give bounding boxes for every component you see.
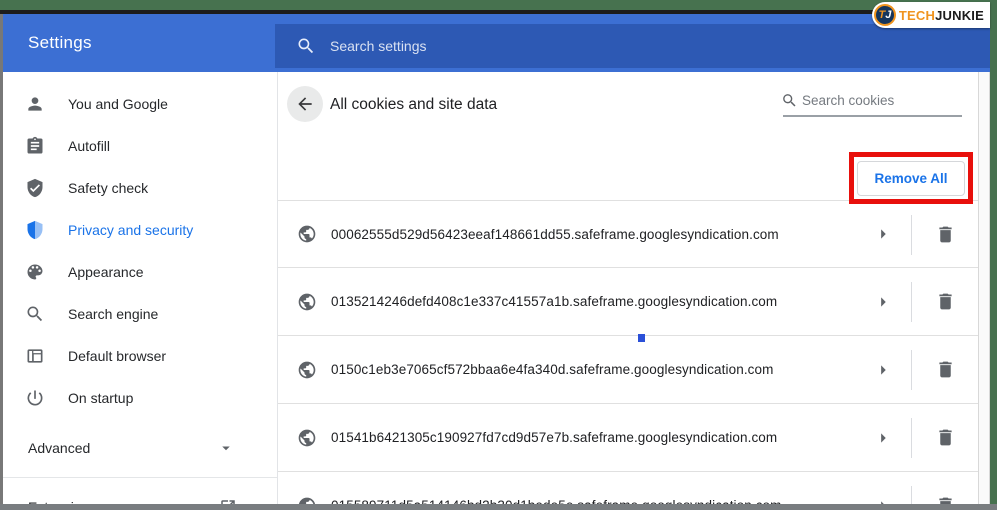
- search-icon: [296, 36, 316, 56]
- sidebar-item-label: Privacy and security: [68, 222, 193, 238]
- row-divider: [911, 282, 912, 322]
- sidebar-item[interactable]: Appearance: [3, 251, 277, 293]
- search-cookies-input[interactable]: [802, 93, 952, 108]
- frame-top-strip: [0, 0, 997, 10]
- cookie-list: 00062555d529d56423eeaf148661dd55.safefra…: [278, 200, 978, 510]
- expand-cookie-button[interactable]: [872, 223, 894, 245]
- techjunkie-logo-icon: TJ: [874, 4, 896, 26]
- expand-cookie-button[interactable]: [872, 427, 894, 449]
- sidebar-item-icon: [25, 136, 45, 156]
- arrow-right-icon: [872, 223, 894, 245]
- frame-bottom-bar: [0, 504, 997, 510]
- chrome-settings-window: TJ TECHJUNKIE Settings You and Google Au…: [0, 0, 997, 510]
- search-settings-bar[interactable]: [275, 24, 990, 68]
- trash-icon: [935, 224, 956, 245]
- back-button[interactable]: [287, 86, 323, 122]
- cookie-row[interactable]: 0150c1eb3e7065cf572bbaa6e4fa340d.safefra…: [278, 336, 978, 404]
- settings-sidebar: You and Google Autofill Safety check Pri…: [3, 72, 277, 504]
- search-cookies-field[interactable]: [781, 92, 962, 117]
- sidebar-item[interactable]: On startup: [3, 377, 277, 419]
- techjunkie-logo-text: TECHJUNKIE: [899, 8, 984, 23]
- chevron-down-icon: [217, 439, 235, 457]
- cookie-row[interactable]: 00062555d529d56423eeaf148661dd55.safefra…: [278, 200, 978, 268]
- section-title: All cookies and site data: [330, 96, 497, 114]
- sidebar-item-icon: [25, 346, 45, 366]
- cookie-domain: 0150c1eb3e7065cf572bbaa6e4fa340d.safefra…: [331, 362, 774, 377]
- sidebar-divider: [3, 477, 277, 478]
- remove-all-button[interactable]: Remove All: [857, 161, 965, 196]
- arrow-right-icon: [872, 291, 894, 313]
- sidebar-item[interactable]: Autofill: [3, 125, 277, 167]
- page-heading: Settings: [28, 33, 92, 53]
- delete-cookie-button[interactable]: [935, 291, 956, 312]
- sidebar-item-label: Search engine: [68, 306, 158, 322]
- trash-icon: [935, 291, 956, 312]
- sidebar-item[interactable]: Search engine: [3, 293, 277, 335]
- arrow-right-icon: [872, 359, 894, 381]
- search-settings-input[interactable]: [330, 38, 730, 54]
- sidebar-item[interactable]: Safety check: [3, 167, 277, 209]
- sidebar-item-icon: [25, 304, 45, 324]
- arrow-right-icon: [872, 427, 894, 449]
- delete-cookie-button[interactable]: [935, 359, 956, 380]
- sidebar-item[interactable]: Privacy and security: [3, 209, 277, 251]
- sidebar-item[interactable]: Default browser: [3, 335, 277, 377]
- advanced-label: Advanced: [28, 440, 90, 456]
- cookie-domain: 01541b6421305c190927fd7cd9d57e7b.safefra…: [331, 430, 777, 445]
- cookie-row[interactable]: 01541b6421305c190927fd7cd9d57e7b.safefra…: [278, 404, 978, 472]
- sidebar-item-label: Default browser: [68, 348, 166, 364]
- sidebar-item-label: Safety check: [68, 180, 148, 196]
- globe-icon: [297, 360, 317, 380]
- sidebar-item-label: Autofill: [68, 138, 110, 154]
- expand-cookie-button[interactable]: [872, 291, 894, 313]
- sidebar-item-icon: [25, 220, 45, 240]
- row-divider: [911, 418, 912, 458]
- scrollbar-track[interactable]: [978, 72, 990, 504]
- sidebar-item-label: Appearance: [68, 264, 144, 280]
- sidebar-item-icon: [25, 388, 45, 408]
- row-divider: [911, 350, 912, 390]
- trash-icon: [935, 359, 956, 380]
- trash-icon: [935, 427, 956, 448]
- cookie-row[interactable]: 0135214246defd408c1e337c41557a1b.safefra…: [278, 268, 978, 336]
- expand-cookie-button[interactable]: [872, 359, 894, 381]
- sidebar-item-icon: [25, 262, 45, 282]
- cursor-artifact: [638, 334, 645, 342]
- arrow-back-icon: [295, 94, 315, 114]
- cookie-domain: 00062555d529d56423eeaf148661dd55.safefra…: [331, 227, 779, 242]
- globe-icon: [297, 428, 317, 448]
- globe-icon: [297, 292, 317, 312]
- techjunkie-logo: TJ TECHJUNKIE: [872, 2, 990, 28]
- frame-left-edge: [0, 14, 3, 504]
- sidebar-item-label: You and Google: [68, 96, 168, 112]
- delete-cookie-button[interactable]: [935, 427, 956, 448]
- globe-icon: [297, 224, 317, 244]
- search-icon: [781, 92, 798, 109]
- sidebar-item-label: On startup: [68, 390, 133, 406]
- frame-right-edge: [990, 0, 997, 504]
- sidebar-item-icon: [25, 94, 45, 114]
- row-divider: [911, 215, 912, 255]
- delete-cookie-button[interactable]: [935, 224, 956, 245]
- sidebar-item[interactable]: You and Google: [3, 83, 277, 125]
- sidebar-item-icon: [25, 178, 45, 198]
- search-cookies-underline: [783, 115, 962, 117]
- sidebar-item-advanced[interactable]: Advanced: [3, 427, 277, 469]
- settings-header: Settings: [3, 14, 990, 72]
- sidebar-nav: You and Google Autofill Safety check Pri…: [3, 83, 277, 419]
- cookie-domain: 0135214246defd408c1e337c41557a1b.safefra…: [331, 294, 777, 309]
